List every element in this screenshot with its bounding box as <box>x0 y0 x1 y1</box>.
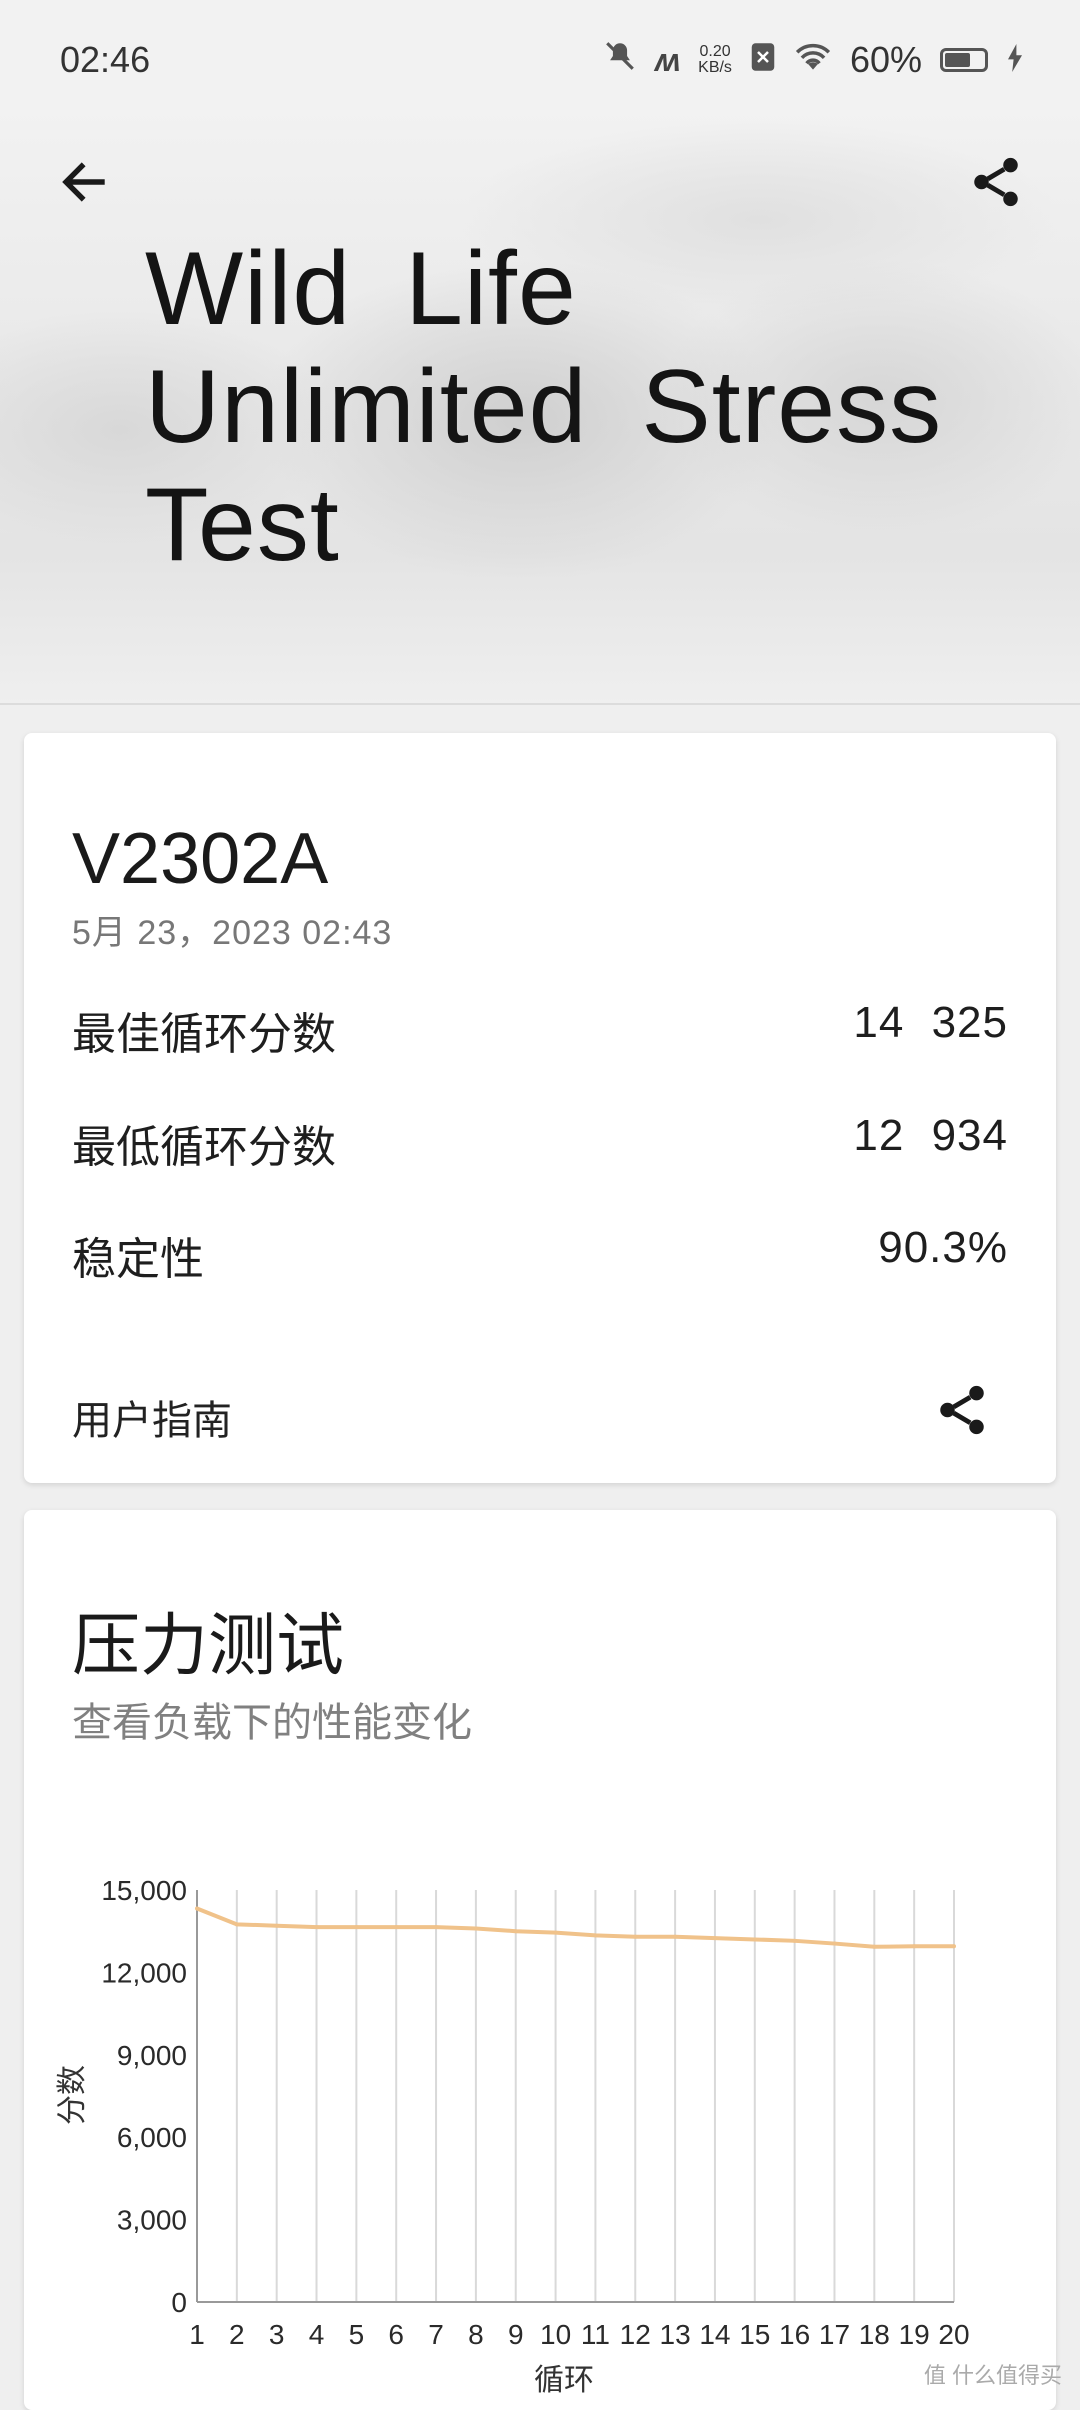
battery-percent: 60% <box>850 39 922 81</box>
result-card: V2302A 5月 23，2023 02:43 最佳循环分数 14 325 最低… <box>24 733 1056 1483</box>
y-axis-label: 分数 <box>55 2065 90 2125</box>
data-point <box>673 1935 677 1939</box>
data-point <box>394 1925 398 1929</box>
row-value: 14 325 <box>853 998 1008 1062</box>
charging-icon <box>1006 39 1024 81</box>
section-title: 压力测试 <box>72 1590 344 1689</box>
stability-row: 稳定性 90.3% <box>72 1223 1008 1287</box>
wifi-icon <box>794 39 832 81</box>
y-tick-label: 15,000 <box>101 1875 187 1906</box>
share-icon <box>933 1381 991 1439</box>
data-point <box>275 1924 279 1928</box>
row-label: 稳定性 <box>72 1223 204 1287</box>
net-speed: 0.20 KB/s <box>698 44 732 76</box>
data-point <box>354 1925 358 1929</box>
sim-icon <box>750 39 776 81</box>
signal-brand-icon: ʍ <box>655 42 680 79</box>
arrow-left-icon <box>57 155 111 209</box>
data-point <box>793 1939 797 1943</box>
x-tick-label: 17 <box>819 2319 850 2350</box>
x-tick-label: 11 <box>581 2319 610 2350</box>
share-icon <box>967 153 1025 211</box>
hero-banner: Wild Life Unlimited Stress Test <box>0 100 1080 705</box>
data-point <box>235 1922 239 1926</box>
data-point <box>713 1936 717 1940</box>
data-point <box>315 1925 319 1929</box>
y-tick-label: 9,000 <box>117 2040 187 2071</box>
row-value: 90.3% <box>878 1223 1008 1287</box>
x-tick-label: 20 <box>938 2319 969 2350</box>
data-point <box>593 1933 597 1937</box>
stress-chart: 15,00012,0009,0006,0003,0000 12345678910… <box>24 1870 1056 2410</box>
section-subtitle: 查看负载下的性能变化 <box>72 1690 472 1748</box>
x-tick-label: 12 <box>620 2319 651 2350</box>
x-tick-label: 3 <box>269 2319 285 2350</box>
data-point <box>753 1937 757 1941</box>
x-tick-label: 19 <box>899 2319 930 2350</box>
row-label: 最佳循环分数 <box>72 998 336 1062</box>
y-tick-label: 6,000 <box>117 2122 187 2153</box>
device-name: V2302A <box>72 818 328 900</box>
x-tick-label: 8 <box>468 2319 484 2350</box>
x-tick-label: 7 <box>428 2319 444 2350</box>
data-point <box>912 1944 916 1948</box>
data-point <box>434 1925 438 1929</box>
status-icons: ʍ 0.20 KB/s 60% <box>603 39 1024 82</box>
row-label: 最低循环分数 <box>72 1111 336 1175</box>
data-point <box>952 1944 956 1948</box>
net-speed-unit: KB/s <box>698 60 732 76</box>
x-tick-label: 14 <box>699 2319 730 2350</box>
x-tick-label: 1 <box>189 2319 205 2350</box>
data-point <box>633 1935 637 1939</box>
x-axis-label: 循环 <box>534 2363 594 2398</box>
x-tick-label: 10 <box>540 2319 571 2350</box>
data-point <box>514 1929 518 1933</box>
data-point <box>832 1942 836 1946</box>
stress-test-card: 压力测试 查看负载下的性能变化 15,000 12,000 9,000 6,000 3,… <box>24 1510 1056 2410</box>
x-tick-label: 18 <box>859 2319 890 2350</box>
y-tick-label: 12,000 <box>101 1957 187 1988</box>
back-button[interactable] <box>52 150 116 214</box>
battery-icon <box>940 48 988 72</box>
x-tick-label: 5 <box>349 2319 365 2350</box>
data-point <box>872 1945 876 1949</box>
mute-icon <box>603 39 637 82</box>
share-result-button[interactable] <box>930 1378 994 1442</box>
x-tick-label: 9 <box>508 2319 524 2350</box>
y-tick-label: 0 <box>171 2287 187 2318</box>
x-tick-label: 2 <box>229 2319 245 2350</box>
user-guide-link[interactable]: 用户指南 <box>72 1388 232 1446</box>
x-tick-label: 13 <box>660 2319 691 2350</box>
share-button[interactable] <box>964 150 1028 214</box>
lowest-loop-score-row: 最低循环分数 12 934 <box>72 1111 1008 1175</box>
x-tick-label: 15 <box>739 2319 770 2350</box>
row-value: 12 934 <box>853 1111 1008 1175</box>
y-tick-label: 3,000 <box>117 2205 187 2236</box>
status-time: 02:46 <box>60 39 150 81</box>
data-point <box>195 1907 199 1911</box>
x-tick-label: 6 <box>388 2319 404 2350</box>
data-point <box>474 1926 478 1930</box>
x-tick-label: 4 <box>309 2319 325 2350</box>
data-point <box>554 1931 558 1935</box>
watermark: 值 什么值得买 <box>924 2358 1062 2390</box>
divider <box>0 703 1080 705</box>
series-line <box>197 1909 954 1947</box>
net-speed-value: 0.20 <box>698 44 732 60</box>
x-tick-label: 16 <box>779 2319 810 2350</box>
best-loop-score-row: 最佳循环分数 14 325 <box>72 998 1008 1062</box>
page-title: Wild Life Unlimited Stress Test <box>145 230 1025 584</box>
result-date: 5月 23，2023 02:43 <box>72 905 392 954</box>
